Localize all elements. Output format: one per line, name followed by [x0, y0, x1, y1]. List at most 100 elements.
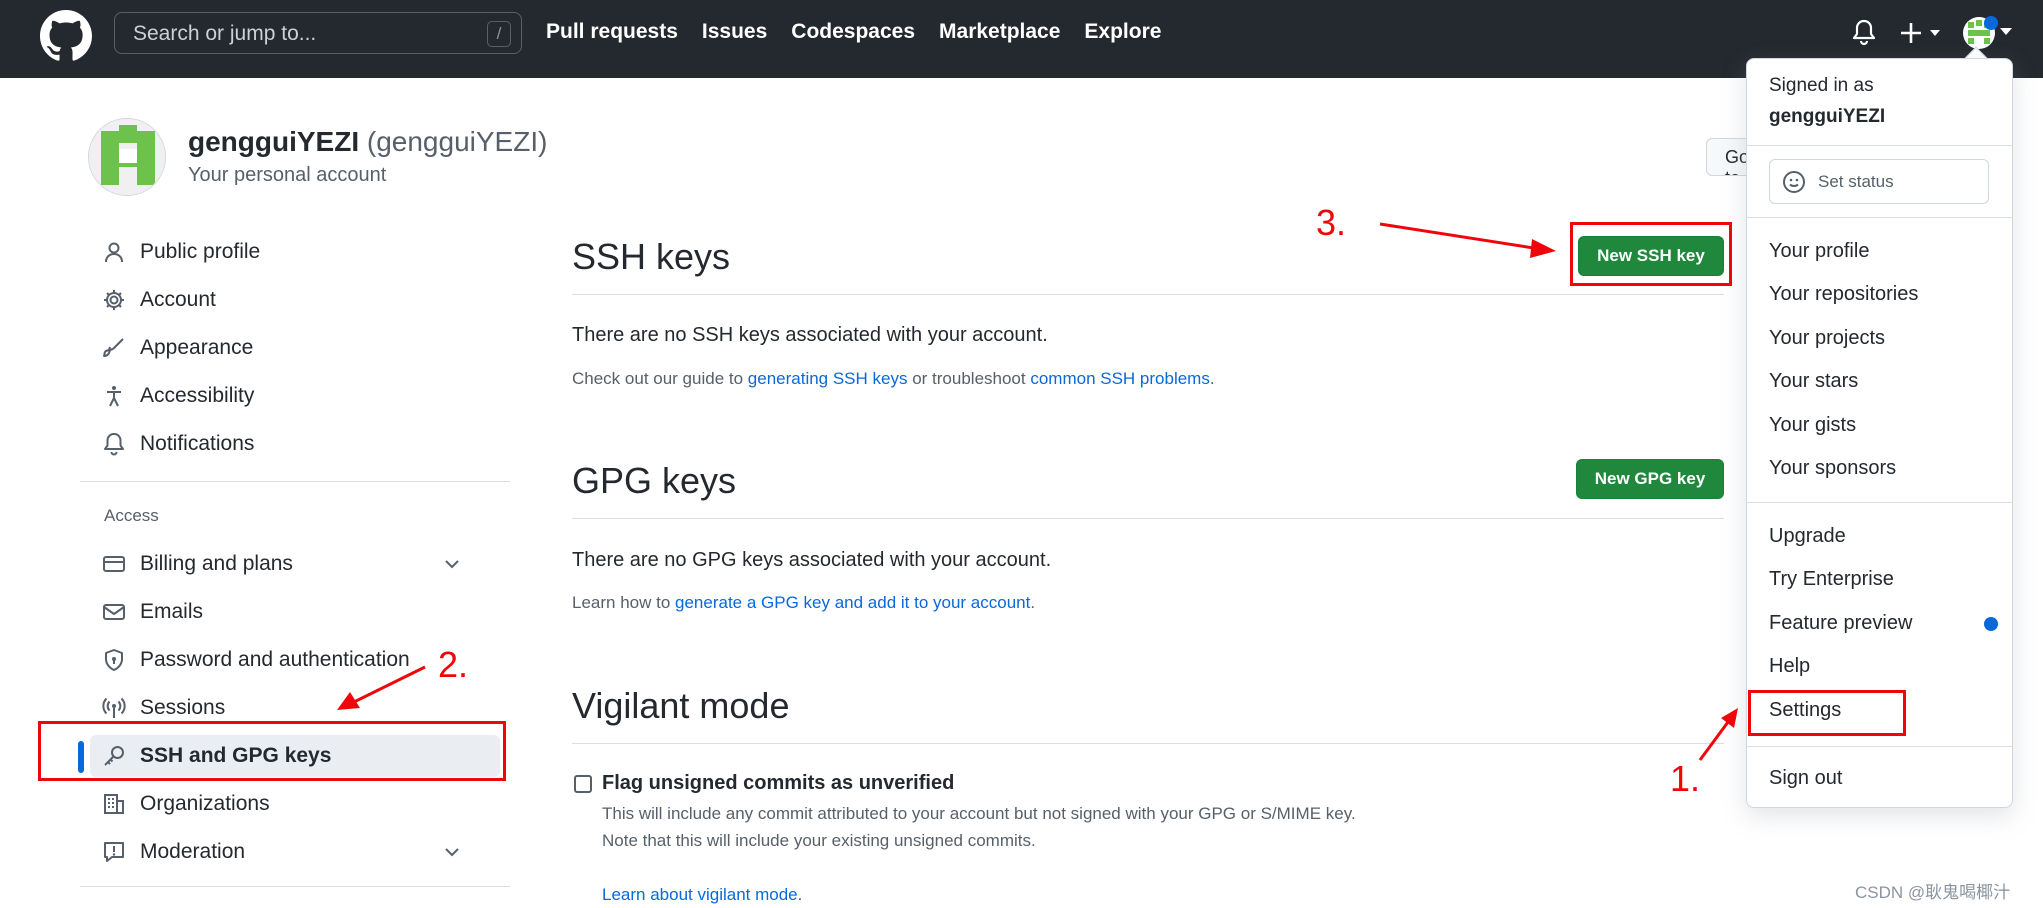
nav-codespaces[interactable]: Codespaces [791, 20, 915, 44]
feature-preview-dot [1984, 617, 1998, 631]
sidebar-item-moderation[interactable]: Moderation [90, 831, 500, 873]
menu-your-stars[interactable]: Your stars [1769, 370, 1858, 393]
arrow-to-new-ssh-key [1379, 222, 1556, 258]
vigilant-desc-2: Note that this will include your existin… [602, 831, 1036, 850]
chevron-down-icon[interactable] [442, 554, 462, 574]
vigilant-mode-title: Vigilant mode [572, 685, 790, 726]
generating-ssh-keys-link[interactable]: generating SSH keys [748, 369, 908, 388]
bell-icon[interactable] [1852, 18, 1876, 46]
top-nav: Pull requests Issues Codespaces Marketpl… [546, 20, 1161, 44]
menu-feature-preview[interactable]: Feature preview [1769, 612, 1912, 635]
sidebar-item-label: Notifications [140, 432, 255, 455]
sidebar-item-appearance[interactable]: Appearance [90, 327, 500, 369]
menu-divider [1747, 746, 2012, 747]
sidebar-item-label: Accessibility [140, 384, 255, 407]
ssh-help-middle: or troubleshoot [907, 369, 1031, 388]
ssh-empty-message: There are no SSH keys associated with yo… [572, 324, 1048, 346]
ssh-help-text: Check out our guide to generating SSH ke… [572, 369, 1215, 389]
new-gpg-key-button[interactable]: New GPG key [1576, 459, 1724, 499]
search-shortcut-key: / [487, 21, 511, 47]
nav-explore[interactable]: Explore [1084, 20, 1161, 44]
menu-your-gists[interactable]: Your gists [1769, 414, 1856, 437]
menu-divider [1747, 217, 2012, 218]
sidebar-divider [80, 886, 510, 887]
vigilant-mode-checkbox[interactable] [574, 775, 592, 793]
sidebar-item-label: Emails [140, 600, 204, 623]
set-status-label: Set status [1818, 172, 1894, 191]
gpg-help-prefix: Learn how to [572, 593, 676, 612]
plus-create-icon[interactable] [1900, 20, 1944, 46]
learn-vigilant-mode-link[interactable]: Learn about vigilant mode [602, 885, 798, 904]
top-header: Search or jump to... / Pull requests Iss… [0, 0, 2043, 78]
sidebar-item-emails[interactable]: Emails [90, 591, 500, 633]
section-divider [572, 518, 1724, 519]
generate-gpg-key-link[interactable]: generate a GPG key and add it to your ac… [675, 593, 1030, 612]
gear-icon [104, 290, 124, 310]
menu-try-enterprise[interactable]: Try Enterprise [1769, 568, 1894, 591]
github-logo-icon[interactable] [40, 10, 92, 62]
chevron-down-icon [2000, 28, 2012, 35]
gpg-keys-title: GPG keys [572, 460, 737, 501]
annotation-box-settings [1748, 690, 1906, 736]
accessibility-icon [107, 386, 121, 407]
nav-issues[interactable]: Issues [702, 20, 767, 44]
section-divider [572, 743, 1724, 744]
gpg-empty-message: There are no GPG keys associated with yo… [572, 549, 1052, 571]
sidebar-item-label: Organizations [140, 792, 270, 815]
sidebar-item-billing[interactable]: Billing and plans [90, 543, 500, 585]
organization-icon [104, 794, 124, 814]
profile-subtitle: Your personal account [188, 164, 387, 186]
sidebar-item-account[interactable]: Account [90, 279, 500, 321]
sidebar-item-notifications[interactable]: Notifications [90, 423, 500, 465]
menu-your-sponsors[interactable]: Your sponsors [1769, 457, 1896, 480]
search-placeholder: Search or jump to... [133, 22, 317, 45]
identicon-icon [89, 119, 165, 195]
ssh-help-prefix: Check out our guide to [572, 369, 748, 388]
annotation-step-1: 1. [1670, 758, 1701, 799]
menu-upgrade[interactable]: Upgrade [1769, 525, 1846, 548]
nav-marketplace[interactable]: Marketplace [939, 20, 1060, 44]
search-input[interactable]: Search or jump to... / [114, 12, 522, 54]
common-ssh-problems-link[interactable]: common SSH problems [1030, 369, 1210, 388]
gpg-help-suffix: . [1030, 593, 1036, 612]
bell-icon [104, 433, 124, 456]
sidebar-item-public-profile[interactable]: Public profile [90, 231, 500, 273]
ssh-keys-title: SSH keys [572, 236, 731, 277]
vigilant-link-suffix: . [797, 885, 803, 904]
signed-in-username[interactable]: gengguiYEZI [1769, 106, 1885, 128]
set-status-button[interactable]: Set status [1769, 159, 1989, 204]
credit-card-icon [103, 556, 125, 572]
profile-avatar[interactable] [88, 118, 166, 196]
sidebar-item-organizations[interactable]: Organizations [90, 783, 500, 825]
shield-lock-icon [105, 649, 123, 671]
annotation-box-new-ssh-key [1570, 222, 1732, 286]
profile-name: gengguiYEZI (gengguiYEZI) [188, 126, 547, 158]
annotation-box-ssh-gpg-keys [38, 721, 506, 781]
sidebar-item-label: Billing and plans [140, 552, 293, 575]
sidebar-item-label: Appearance [140, 336, 254, 359]
annotation-step-2: 2. [438, 644, 469, 685]
report-icon [104, 842, 124, 862]
menu-your-profile[interactable]: Your profile [1769, 240, 1869, 263]
menu-sign-out[interactable]: Sign out [1769, 767, 1842, 790]
person-icon [105, 242, 123, 263]
menu-your-repositories[interactable]: Your repositories [1769, 283, 1918, 306]
section-divider [572, 294, 1724, 295]
menu-help[interactable]: Help [1769, 655, 1810, 678]
mail-icon [103, 604, 125, 620]
sidebar-item-label: Public profile [140, 240, 261, 263]
ssh-help-suffix: . [1209, 369, 1215, 388]
menu-your-projects[interactable]: Your projects [1769, 327, 1885, 350]
sidebar-item-accessibility[interactable]: Accessibility [90, 375, 500, 417]
chevron-down-icon[interactable] [442, 842, 462, 862]
profile-login: (gengguiYEZI) [366, 126, 548, 157]
annotation-step-3: 3. [1316, 202, 1347, 243]
csdn-watermark: CSDN @耿鬼喝椰汁 [1855, 883, 2011, 902]
sidebar-item-label: Password and authentication [140, 648, 410, 671]
nav-pull-requests[interactable]: Pull requests [546, 20, 678, 44]
smiley-icon [1783, 171, 1805, 193]
user-avatar-menu[interactable] [1962, 16, 2016, 52]
vigilant-mode-label[interactable]: Flag unsigned commits as unverified [602, 772, 954, 795]
sidebar-item-label: Moderation [140, 840, 246, 863]
menu-divider [1747, 145, 2012, 146]
